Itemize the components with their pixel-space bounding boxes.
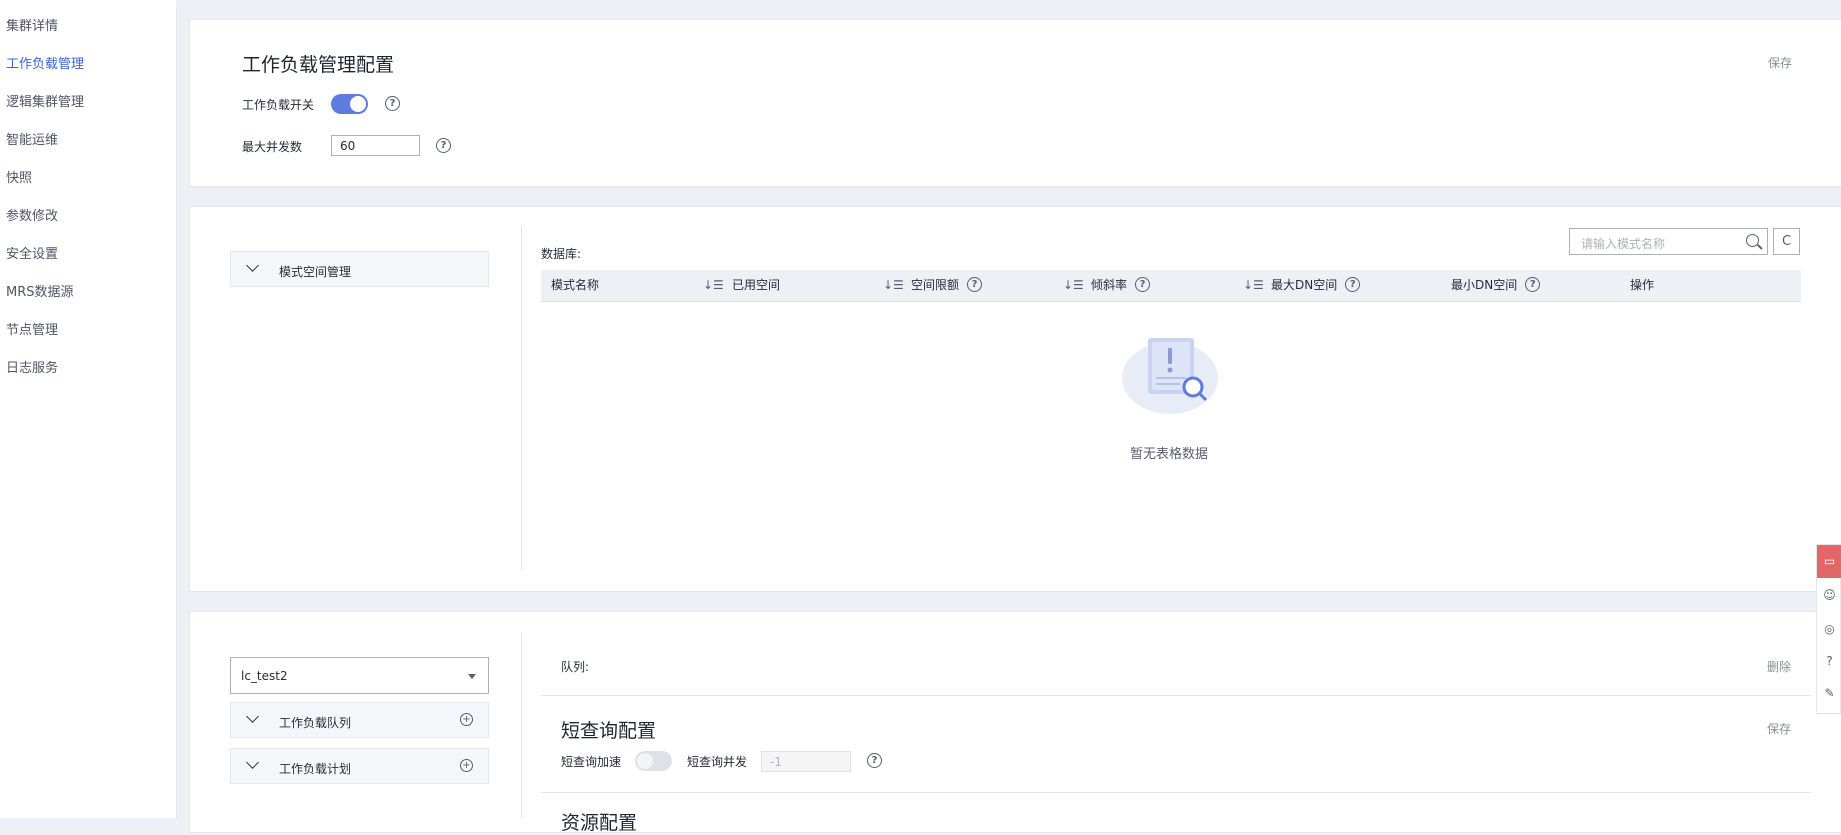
add-icon[interactable]: + — [460, 713, 473, 726]
short-query-save-button[interactable]: 保存 — [1767, 720, 1791, 737]
sidebar-item-params[interactable]: 参数修改 — [6, 209, 58, 225]
workload-queue-label: 工作负载队列 — [279, 716, 352, 730]
panel-divider — [521, 226, 522, 571]
help-icon[interactable]: ? — [1817, 645, 1841, 678]
delete-queue-button[interactable]: 删除 — [1767, 658, 1791, 675]
workload-plan-label: 工作负载计划 — [279, 762, 352, 776]
column-header-skew-rate[interactable]: 倾斜率? — [1091, 270, 1151, 301]
add-icon[interactable]: + — [460, 759, 473, 772]
schema-space-collapse[interactable]: 模式空间管理 — [230, 251, 489, 287]
panel-divider — [521, 633, 522, 818]
help-icon[interactable]: ? — [385, 96, 400, 111]
help-icon[interactable]: ? — [1135, 277, 1151, 292]
search-icon[interactable] — [1746, 234, 1759, 247]
short-query-title: 短查询配置 — [561, 720, 657, 742]
workload-queue-collapse[interactable]: 工作负载队列 + — [230, 702, 489, 738]
wlm-config-title: 工作负载管理配置 — [242, 54, 395, 76]
max-concurrency-input[interactable]: 60 — [331, 135, 420, 156]
workload-switch-toggle[interactable] — [331, 94, 368, 114]
empty-table-text: 暂无表格数据 — [1130, 447, 1209, 462]
caret-down-icon — [468, 674, 476, 679]
column-header-max-dn-space[interactable]: 最大DN空间? — [1271, 270, 1361, 301]
column-label: 操作 — [1630, 278, 1655, 292]
wlm-config-card: 工作负载管理配置 保存 工作负载开关 ? 最大并发数 60 ? — [189, 19, 1841, 187]
section-divider — [541, 792, 1811, 793]
max-concurrency-label: 最大并发数 — [242, 140, 303, 154]
sidebar-item-cluster-details[interactable]: 集群详情 — [6, 19, 58, 35]
column-header-min-dn-space[interactable]: 最小DN空间? — [1451, 270, 1541, 301]
short-query-concurrency-input: -1 — [761, 751, 851, 772]
schema-table-header: 模式名称 ↓☰ 已用空间 ↓☰ 空间限额? ↓☰ 倾斜率? ↓☰ 最大DN空间?… — [541, 270, 1801, 302]
sidebar: 集群详情 工作负载管理 逻辑集群管理 智能运维 快照 参数修改 安全设置 MRS… — [0, 7, 177, 818]
column-label: 倾斜率 — [1091, 278, 1128, 292]
short-query-accel-toggle[interactable] — [635, 751, 672, 771]
short-query-accel-label: 短查询加速 — [561, 755, 622, 769]
schema-space-collapse-label: 模式空间管理 — [279, 265, 352, 279]
search-placeholder: 请输入模式名称 — [1581, 237, 1666, 251]
sort-icon[interactable]: ↓☰ — [1243, 270, 1264, 301]
column-label: 已用空间 — [732, 278, 781, 292]
chevron-down-icon — [246, 259, 259, 272]
sidebar-item-intelligent-ops[interactable]: 智能运维 — [6, 133, 58, 149]
column-header-actions: 操作 — [1630, 270, 1654, 301]
chevron-down-icon — [246, 756, 259, 769]
section-divider — [541, 695, 1811, 696]
column-label: 空间限额 — [911, 278, 960, 292]
sidebar-item-snapshot[interactable]: 快照 — [6, 171, 32, 187]
logical-cluster-select[interactable]: lc_test2 — [230, 657, 489, 694]
edit-icon[interactable]: ✎ — [1817, 677, 1841, 710]
workload-switch-label: 工作负载开关 — [242, 98, 315, 112]
chevron-down-icon — [246, 710, 259, 723]
refresh-button[interactable]: C — [1773, 228, 1800, 255]
headset-icon[interactable]: ◎ — [1817, 613, 1841, 646]
sidebar-item-workload-management[interactable]: 工作负载管理 — [6, 57, 84, 73]
sort-icon[interactable]: ↓☰ — [703, 270, 724, 301]
sidebar-item-log-service[interactable]: 日志服务 — [6, 361, 58, 377]
column-label: 最小DN空间 — [1451, 278, 1518, 292]
sidebar-item-logical-cluster[interactable]: 逻辑集群管理 — [6, 95, 84, 111]
help-icon[interactable]: ? — [967, 277, 983, 292]
selected-cluster-value: lc_test2 — [241, 669, 288, 683]
sidebar-item-mrs-datasource[interactable]: MRS数据源 — [6, 285, 74, 301]
sidebar-item-node-management[interactable]: 节点管理 — [6, 323, 58, 339]
help-icon[interactable]: ? — [1345, 277, 1361, 292]
sort-icon[interactable]: ↓☰ — [883, 270, 904, 301]
help-icon[interactable]: ? — [1525, 277, 1541, 292]
floating-toolbar: ▭ ☺ ◎ ? ✎ — [1816, 544, 1841, 714]
column-header-used-space[interactable]: 已用空间 — [732, 270, 780, 301]
schema-search-input[interactable]: 请输入模式名称 — [1569, 228, 1768, 255]
database-label: 数据库: — [541, 247, 582, 261]
workload-plan-collapse[interactable]: 工作负载计划 + — [230, 748, 489, 784]
toggle-knob — [637, 753, 653, 769]
toggle-knob — [350, 96, 366, 112]
column-header-space-quota[interactable]: 空间限额? — [911, 270, 983, 301]
help-icon[interactable]: ? — [436, 138, 451, 153]
help-icon[interactable]: ? — [867, 753, 882, 768]
smile-icon[interactable]: ☺ — [1817, 579, 1841, 612]
wlm-save-button[interactable]: 保存 — [1768, 54, 1792, 71]
column-header-schema-name[interactable]: 模式名称 — [551, 270, 599, 301]
sidebar-item-security[interactable]: 安全设置 — [6, 247, 58, 263]
empty-table-illustration — [1122, 338, 1218, 414]
queue-label: 队列: — [561, 660, 590, 674]
column-label: 模式名称 — [551, 278, 600, 292]
resource-config-title: 资源配置 — [561, 812, 638, 834]
sort-icon[interactable]: ↓☰ — [1063, 270, 1084, 301]
feedback-icon[interactable]: ▭ — [1817, 545, 1841, 578]
column-label: 最大DN空间 — [1271, 278, 1338, 292]
short-query-concurrency-label: 短查询并发 — [687, 755, 748, 769]
